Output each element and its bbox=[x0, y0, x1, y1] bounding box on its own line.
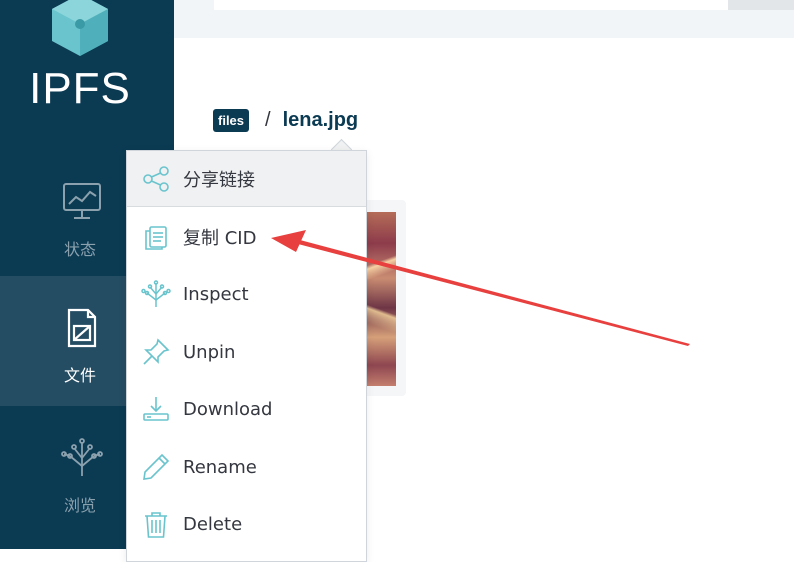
context-menu: 分享链接 复制 CID Inspect Unpin Download Renam… bbox=[126, 150, 367, 562]
breadcrumb-current: lena.jpg bbox=[282, 108, 359, 131]
menu-item-rename[interactable]: Rename bbox=[127, 439, 366, 495]
pin-icon bbox=[143, 338, 170, 365]
menu-item-label: Unpin bbox=[183, 341, 236, 363]
menu-item-unpin[interactable]: Unpin bbox=[127, 324, 366, 380]
menu-item-label: Delete bbox=[183, 513, 243, 535]
menu-item-label: 分享链接 bbox=[183, 169, 255, 191]
trash-icon bbox=[145, 512, 167, 538]
download-icon bbox=[143, 397, 169, 421]
menu-item-label: Inspect bbox=[183, 283, 249, 305]
menu-item-share-link[interactable]: 分享链接 bbox=[127, 151, 366, 207]
pencil-icon bbox=[143, 453, 170, 480]
menu-item-download[interactable]: Download bbox=[127, 381, 366, 437]
logo-text: IPFS bbox=[29, 64, 131, 113]
share-icon bbox=[143, 165, 169, 192]
menu-item-label: Rename bbox=[183, 456, 257, 478]
files-icon bbox=[67, 308, 97, 348]
menu-item-label: 复制 CID bbox=[183, 228, 257, 249]
ipfs-cube-icon bbox=[52, 0, 108, 56]
breadcrumb: files / lena.jpg bbox=[213, 106, 358, 134]
breadcrumb-separator: / bbox=[265, 108, 271, 131]
search-input[interactable] bbox=[214, 0, 730, 10]
explore-tree-icon bbox=[61, 438, 103, 476]
menu-item-label: Download bbox=[183, 398, 273, 420]
copy-icon bbox=[145, 226, 167, 250]
inspect-icon bbox=[141, 280, 171, 307]
menu-item-inspect[interactable]: Inspect bbox=[127, 266, 366, 322]
search-button[interactable] bbox=[728, 0, 794, 10]
status-monitor-icon bbox=[63, 183, 101, 219]
menu-item-copy-cid[interactable]: 复制 CID bbox=[127, 209, 366, 265]
ipfs-logo[interactable]: IPFS bbox=[0, 0, 174, 140]
top-bar bbox=[174, 0, 794, 38]
breadcrumb-root[interactable]: files bbox=[213, 108, 250, 132]
menu-item-delete[interactable]: Delete bbox=[127, 496, 366, 552]
